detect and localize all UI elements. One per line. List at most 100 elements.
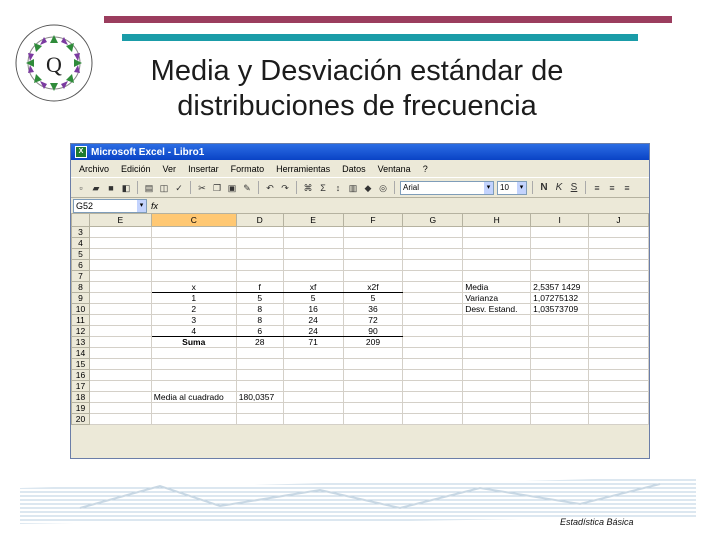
row-header[interactable]: 7 bbox=[71, 270, 90, 282]
sum-cell[interactable]: 71 bbox=[282, 336, 344, 348]
table-cell[interactable]: 36 bbox=[342, 303, 404, 315]
media-cuadrado-label[interactable]: Media al cuadrado bbox=[150, 391, 237, 403]
table-cell[interactable]: 90 bbox=[342, 325, 404, 337]
save-icon[interactable]: ■ bbox=[105, 182, 117, 194]
column-header[interactable]: I bbox=[530, 213, 590, 227]
table-header-cell[interactable]: x2f bbox=[342, 281, 404, 293]
column-header[interactable]: G bbox=[402, 213, 464, 227]
table-header-cell[interactable]: f bbox=[235, 281, 284, 293]
sum-label-cell[interactable]: Suma bbox=[150, 336, 237, 348]
sort-icon[interactable]: ↕ bbox=[332, 182, 344, 194]
menu-herramientas[interactable]: Herramientas bbox=[270, 164, 336, 174]
open-icon[interactable]: ▰ bbox=[90, 182, 102, 194]
row-header[interactable]: 15 bbox=[71, 358, 90, 370]
stat-label[interactable]: Media bbox=[462, 281, 532, 293]
table-cell[interactable]: 24 bbox=[282, 314, 344, 326]
table-cell[interactable]: 5 bbox=[235, 292, 284, 304]
table-cell[interactable]: 2 bbox=[150, 303, 237, 315]
paste-icon[interactable]: ▣ bbox=[226, 182, 238, 194]
zoom-icon[interactable]: ◎ bbox=[377, 182, 389, 194]
undo-icon[interactable]: ↶ bbox=[264, 182, 276, 194]
sum-cell[interactable]: 28 bbox=[235, 336, 284, 348]
stat-label[interactable]: Desv. Estand. bbox=[462, 303, 532, 315]
menu-formato[interactable]: Formato bbox=[225, 164, 271, 174]
column-header[interactable]: D bbox=[235, 213, 284, 227]
table-cell[interactable]: 5 bbox=[282, 292, 344, 304]
menu-help[interactable]: ? bbox=[417, 164, 434, 174]
column-header[interactable]: E bbox=[282, 213, 344, 227]
menu-datos[interactable]: Datos bbox=[336, 164, 372, 174]
redo-icon[interactable]: ↷ bbox=[279, 182, 291, 194]
stat-value[interactable]: 1,07275132 bbox=[530, 292, 590, 304]
row-header[interactable]: 8 bbox=[71, 281, 90, 293]
row-header[interactable]: 10 bbox=[71, 303, 90, 315]
table-cell[interactable]: 72 bbox=[342, 314, 404, 326]
align-right-icon[interactable]: ≡ bbox=[621, 182, 633, 194]
drawing-icon[interactable]: ◆ bbox=[362, 182, 374, 194]
stat-label[interactable]: Varianza bbox=[462, 292, 532, 304]
menu-insertar[interactable]: Insertar bbox=[182, 164, 225, 174]
format-painter-icon[interactable]: ✎ bbox=[241, 182, 253, 194]
row-header[interactable]: 12 bbox=[71, 325, 90, 337]
font-size-select[interactable]: 10 ▾ bbox=[497, 180, 527, 195]
table-cell[interactable]: 5 bbox=[342, 292, 404, 304]
table-cell[interactable]: 8 bbox=[235, 303, 284, 315]
column-header[interactable]: J bbox=[588, 213, 649, 227]
menu-ver[interactable]: Ver bbox=[157, 164, 183, 174]
table-header-cell[interactable]: x bbox=[150, 281, 237, 293]
cut-icon[interactable]: ✂ bbox=[196, 182, 208, 194]
row-header[interactable]: 4 bbox=[71, 237, 90, 249]
align-left-icon[interactable]: ≡ bbox=[591, 182, 603, 194]
fx-icon[interactable]: fx bbox=[151, 201, 158, 211]
row-header[interactable]: 19 bbox=[71, 402, 90, 414]
row-header[interactable]: 18 bbox=[71, 391, 90, 403]
chevron-down-icon: ▾ bbox=[484, 181, 493, 194]
media-cuadrado-value[interactable]: 180,0357 bbox=[235, 391, 284, 403]
table-cell[interactable]: 6 bbox=[235, 325, 284, 337]
menu-edicion[interactable]: Edición bbox=[115, 164, 157, 174]
align-center-icon[interactable]: ≡ bbox=[606, 182, 618, 194]
menu-ventana[interactable]: Ventana bbox=[372, 164, 417, 174]
table-cell[interactable]: 4 bbox=[150, 325, 237, 337]
table-cell[interactable]: 1 bbox=[150, 292, 237, 304]
stat-value[interactable]: 1,03573709 bbox=[530, 303, 590, 315]
row-header[interactable]: 14 bbox=[71, 347, 90, 359]
row-header[interactable]: 17 bbox=[71, 380, 90, 392]
row-header[interactable]: 5 bbox=[71, 248, 90, 260]
table-cell[interactable]: 16 bbox=[282, 303, 344, 315]
row-header[interactable]: 13 bbox=[71, 336, 90, 348]
copy-icon[interactable]: ❐ bbox=[211, 182, 223, 194]
table-cell[interactable]: 24 bbox=[282, 325, 344, 337]
sum-cell[interactable]: 209 bbox=[342, 336, 404, 348]
bold-button[interactable]: N bbox=[538, 182, 550, 194]
new-icon[interactable]: ▫ bbox=[75, 182, 87, 194]
row-header[interactable]: 11 bbox=[71, 314, 90, 326]
font-name-select[interactable]: Arial ▾ bbox=[400, 180, 494, 195]
row-header[interactable]: 3 bbox=[71, 226, 90, 238]
hyperlink-icon[interactable]: ⌘ bbox=[302, 182, 314, 194]
excel-titlebar[interactable]: X Microsoft Excel - Libro1 bbox=[71, 144, 649, 160]
menu-archivo[interactable]: Archivo bbox=[73, 164, 115, 174]
permission-icon[interactable]: ◧ bbox=[120, 182, 132, 194]
table-cell[interactable]: 3 bbox=[150, 314, 237, 326]
column-header[interactable]: C bbox=[150, 213, 237, 227]
italic-button[interactable]: K bbox=[553, 182, 565, 194]
column-header[interactable]: H bbox=[462, 213, 532, 227]
select-all-corner[interactable] bbox=[71, 213, 90, 227]
autosum-icon[interactable]: Σ bbox=[317, 182, 329, 194]
print-icon[interactable]: ▤ bbox=[143, 182, 155, 194]
chart-icon[interactable]: ▥ bbox=[347, 182, 359, 194]
row-header[interactable]: 16 bbox=[71, 369, 90, 381]
stat-value[interactable]: 2,5357 1429 bbox=[530, 281, 590, 293]
row-header[interactable]: 20 bbox=[71, 413, 90, 425]
column-header[interactable]: E bbox=[88, 213, 152, 227]
table-header-cell[interactable]: xf bbox=[282, 281, 344, 293]
table-cell[interactable]: 8 bbox=[235, 314, 284, 326]
spelling-icon[interactable]: ✓ bbox=[173, 182, 185, 194]
column-header[interactable]: F bbox=[342, 213, 404, 227]
print-preview-icon[interactable]: ◫ bbox=[158, 182, 170, 194]
row-header[interactable]: 9 bbox=[71, 292, 90, 304]
underline-button[interactable]: S bbox=[568, 182, 580, 194]
row-header[interactable]: 6 bbox=[71, 259, 90, 271]
name-box[interactable]: G52 ▾ bbox=[73, 198, 147, 213]
